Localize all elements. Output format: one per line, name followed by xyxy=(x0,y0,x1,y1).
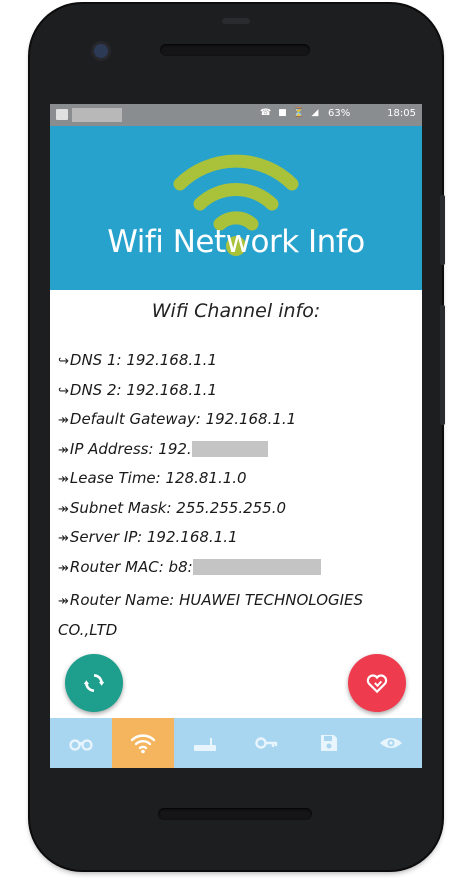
nav-eye[interactable] xyxy=(360,718,422,768)
status-bar: ☎ ■ ⏳ ◢ 63% 18:05 xyxy=(50,104,422,126)
power-button xyxy=(440,195,445,265)
info-list: ↪DNS 1: 192.168.1.1 ↪DNS 2: 192.168.1.1 … xyxy=(58,350,418,644)
eye-icon xyxy=(380,738,402,748)
phone-screen: ☎ ■ ⏳ ◢ 63% 18:05 Wifi Network Info Wifi… xyxy=(50,104,422,768)
status-icons: ☎ ■ ⏳ ◢ xyxy=(260,108,321,118)
proximity-sensor xyxy=(222,18,250,24)
image-notification-icon xyxy=(56,109,68,120)
ip-address-row: ↠IP Address: 192. xyxy=(58,439,418,469)
dns2-text: DNS 2: 192.168.1.1 xyxy=(69,380,217,399)
double-arrow-icon: ↠ xyxy=(58,501,69,517)
refresh-icon xyxy=(83,674,105,692)
return-arrow-icon: ↪ xyxy=(58,354,69,369)
dns1-text: DNS 1: 192.168.1.1 xyxy=(69,351,217,369)
double-arrow-icon: ↠ xyxy=(58,560,69,576)
nav-router[interactable] xyxy=(174,718,236,768)
double-arrow-icon: ↠ xyxy=(58,413,69,428)
double-arrow-icon: ↠ xyxy=(58,531,69,546)
router-name-text: Router Name: HUAWEI TECHNOLOGIES CO.,LTD xyxy=(58,591,364,639)
subnet-mask-row: ↠Subnet Mask: 255.255.255.0 xyxy=(58,498,418,528)
lease-time-row: ↠Lease Time: 128.81.1.0 xyxy=(58,468,418,498)
router-icon xyxy=(194,738,216,751)
router-mac-row: ↠Router MAC: b8: xyxy=(58,557,418,587)
redacted-mac xyxy=(192,559,321,575)
section-title: Wifi Channel info: xyxy=(151,300,321,322)
nav-key[interactable] xyxy=(236,718,298,768)
double-arrow-icon: ↠ xyxy=(58,594,69,609)
earpiece-speaker xyxy=(160,44,310,56)
app-header: Wifi Network Info xyxy=(50,126,422,290)
dns2-row: ↪DNS 2: 192.168.1.1 xyxy=(58,380,418,410)
key-icon xyxy=(255,737,278,749)
volume-rocker xyxy=(440,305,445,425)
server-ip-text: Server IP: 192.168.1.1 xyxy=(69,528,238,546)
save-icon xyxy=(321,735,337,751)
router-mac-text: Router MAC: b8: xyxy=(69,557,193,576)
bottom-navigation xyxy=(50,718,422,768)
gateway-row: ↠Default Gateway: 192.168.1.1 xyxy=(58,409,418,439)
heart-icon xyxy=(366,674,388,694)
binoculars-icon xyxy=(69,739,93,751)
info-panel: Wifi Channel info: ↪DNS 1: 192.168.1.1 ↪… xyxy=(50,290,422,718)
nav-binoculars[interactable] xyxy=(50,718,112,768)
bottom-speaker xyxy=(158,808,312,820)
server-ip-row: ↠Server IP: 192.168.1.1 xyxy=(58,527,418,557)
gateway-text: Default Gateway: 192.168.1.1 xyxy=(69,410,297,428)
nav-save[interactable] xyxy=(298,718,360,768)
ip-address-text: IP Address: 192. xyxy=(69,439,192,458)
dns1-row: ↪DNS 1: 192.168.1.1 xyxy=(58,350,418,380)
subnet-mask-text: Subnet Mask: 255.255.255.0 xyxy=(69,498,287,517)
app-title: Wifi Network Info xyxy=(107,224,365,260)
battery-level: 63% xyxy=(328,108,351,119)
redacted-notification xyxy=(72,108,122,122)
wifi-icon xyxy=(130,734,156,754)
double-arrow-icon: ↠ xyxy=(58,472,69,487)
double-arrow-icon: ↠ xyxy=(58,442,69,458)
return-arrow-icon: ↪ xyxy=(58,383,69,399)
redacted-ip xyxy=(191,441,268,457)
refresh-button[interactable] xyxy=(65,654,123,712)
clock: 18:05 xyxy=(387,108,416,119)
nav-wifi[interactable] xyxy=(112,718,174,768)
front-camera xyxy=(94,44,108,58)
lease-time-text: Lease Time: 128.81.1.0 xyxy=(69,469,247,487)
router-name-row: ↠Router Name: HUAWEI TECHNOLOGIES CO.,LT… xyxy=(58,586,418,644)
favorite-button[interactable] xyxy=(348,654,406,712)
